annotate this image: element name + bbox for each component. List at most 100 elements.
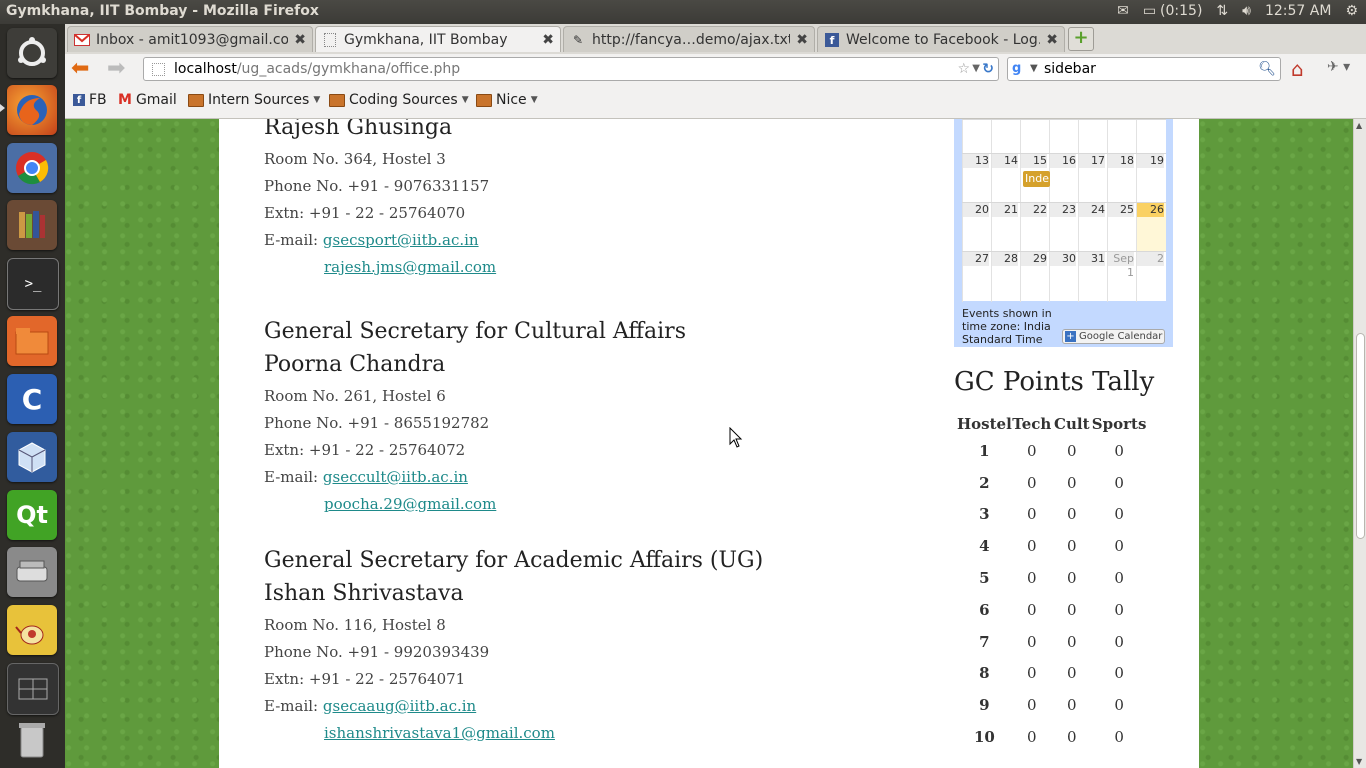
- email-link[interactable]: gseccult@iitb.ac.in: [323, 468, 468, 486]
- calendar-day[interactable]: 13: [962, 154, 991, 203]
- calendar-day-today[interactable]: 26: [1136, 203, 1166, 252]
- workspace-switcher-icon[interactable]: [7, 663, 59, 715]
- scroll-down-icon[interactable]: ▼: [1356, 757, 1362, 766]
- day-number: 22: [1021, 203, 1047, 217]
- forward-button[interactable]: ➡: [107, 58, 125, 80]
- calendar-day[interactable]: 20: [962, 203, 991, 252]
- session-gear-icon[interactable]: ⚙: [1345, 3, 1358, 19]
- calendar-event[interactable]: Inde: [1023, 171, 1050, 187]
- google-engine-icon[interactable]: g: [1012, 61, 1028, 77]
- chrome-launcher-icon[interactable]: [7, 143, 57, 193]
- calendar-day[interactable]: 24: [1078, 203, 1107, 252]
- close-tab-icon[interactable]: ✖: [542, 32, 554, 48]
- calendar-day[interactable]: 21: [991, 203, 1020, 252]
- phone: Phone No. +91 - 9076331157: [264, 177, 490, 195]
- search-icon[interactable]: 🔍︎: [1258, 58, 1276, 80]
- close-tab-icon[interactable]: ✖: [294, 32, 306, 48]
- search-bar[interactable]: g ▼ sidebar 🔍︎: [1007, 57, 1281, 81]
- library-launcher-icon[interactable]: [7, 200, 57, 250]
- scroll-up-icon[interactable]: ▲: [1356, 121, 1362, 130]
- hostel-number-cell: 8: [979, 664, 990, 683]
- tab-facebook[interactable]: f Welcome to Facebook - Log… ✖: [817, 26, 1065, 52]
- calendar-day[interactable]: 27: [962, 252, 991, 302]
- calendar-day[interactable]: 31: [1078, 252, 1107, 302]
- reload-icon[interactable]: ↻: [982, 58, 994, 80]
- calendar-day[interactable]: [1020, 120, 1049, 154]
- qt-creator-launcher-icon[interactable]: Qt: [7, 490, 57, 540]
- email-link[interactable]: poocha.29@gmail.com: [324, 495, 496, 513]
- bookmark-star-icon[interactable]: ☆: [957, 58, 970, 80]
- trash-icon[interactable]: [7, 714, 57, 764]
- room: Room No. 261, Hostel 6: [264, 387, 446, 405]
- firefox-launcher-icon[interactable]: [7, 85, 57, 135]
- url-bar[interactable]: localhost/ug_acads/gymkhana/office.php ☆…: [143, 57, 999, 81]
- email-link[interactable]: gsecsport@iitb.ac.in: [323, 231, 479, 249]
- scanner-launcher-icon[interactable]: [7, 547, 57, 597]
- column-header: Tech: [1012, 415, 1052, 433]
- tab-bar: Inbox - amit1093@gmail.co… ✖ Gymkhana, I…: [65, 24, 1366, 54]
- calendar-day[interactable]: 17: [1078, 154, 1107, 203]
- calendar-day[interactable]: 29: [1020, 252, 1049, 302]
- calendar-day[interactable]: [1049, 120, 1078, 154]
- ide-launcher-icon[interactable]: C: [7, 374, 57, 424]
- calendar-day[interactable]: [1136, 120, 1166, 154]
- tab-gymkhana[interactable]: Gymkhana, IIT Bombay ✖: [315, 26, 561, 52]
- addon-menu-icon[interactable]: ✈ ▾: [1327, 59, 1350, 75]
- calendar-day[interactable]: [1107, 120, 1136, 154]
- facebook-icon: f: [824, 32, 840, 48]
- calendar-day[interactable]: 22: [1020, 203, 1049, 252]
- calendar-day[interactable]: 2: [1136, 252, 1166, 302]
- tab-ajax-demo[interactable]: ✎ http://fancya…demo/ajax.txt ✖: [563, 26, 815, 52]
- close-tab-icon[interactable]: ✖: [796, 32, 808, 48]
- calendar-day[interactable]: [962, 120, 991, 154]
- calendar-day[interactable]: 18: [1107, 154, 1136, 203]
- calendar-day[interactable]: [1078, 120, 1107, 154]
- mail-indicator-icon[interactable]: ✉: [1117, 3, 1129, 19]
- calendar-day[interactable]: 14: [991, 154, 1020, 203]
- email-link[interactable]: ishanshrivastava1@gmail.com: [324, 724, 555, 742]
- clock[interactable]: 12:57 AM: [1265, 3, 1331, 19]
- chevron-down-icon: ▼: [461, 95, 469, 105]
- email-link[interactable]: gsecaaug@iitb.ac.in: [323, 697, 476, 715]
- day-number: 21: [992, 203, 1018, 217]
- calendar-day[interactable]: 19: [1136, 154, 1166, 203]
- bookmark-gmail[interactable]: M Gmail: [118, 92, 177, 108]
- engine-dropdown-icon[interactable]: ▼: [1030, 58, 1038, 80]
- column-header: Cult: [1054, 415, 1090, 433]
- calendar-day[interactable]: 16: [1049, 154, 1078, 203]
- bookmark-folder-coding-sources[interactable]: Coding Sources ▼: [329, 92, 469, 108]
- calendar-day[interactable]: 25: [1107, 203, 1136, 252]
- back-button[interactable]: ⬅: [71, 58, 89, 80]
- new-tab-button[interactable]: +: [1068, 27, 1094, 51]
- bookmark-folder-intern-sources[interactable]: Intern Sources ▼: [188, 92, 320, 108]
- points-cell: 0: [1027, 537, 1037, 556]
- dash-home-icon[interactable]: [7, 28, 57, 78]
- home-icon[interactable]: ⌂: [1291, 57, 1304, 81]
- calendar-day[interactable]: [991, 120, 1020, 154]
- terminal-launcher-icon[interactable]: >_: [7, 258, 59, 310]
- scrollbar-thumb[interactable]: [1356, 333, 1365, 539]
- battery-indicator[interactable]: ▭ (0:15): [1143, 3, 1203, 19]
- table-row: 10 0 0 0: [957, 721, 1146, 753]
- calendar-day[interactable]: 23: [1049, 203, 1078, 252]
- email-link[interactable]: rajesh.jms@gmail.com: [324, 258, 496, 276]
- page-scrollbar[interactable]: ▲ ▼: [1353, 119, 1366, 768]
- volume-icon[interactable]: 🔊︎: [1242, 3, 1251, 19]
- virtualbox-launcher-icon[interactable]: [7, 432, 57, 482]
- site-identity-icon[interactable]: [152, 63, 165, 76]
- teapot-launcher-icon[interactable]: [7, 605, 57, 655]
- bookmark-fb[interactable]: f FB: [73, 92, 107, 108]
- url-history-dropdown-icon[interactable]: ▼: [972, 58, 980, 80]
- add-to-google-calendar-button[interactable]: + Google Calendar: [1062, 329, 1165, 344]
- table-row: 2000: [957, 467, 1146, 499]
- calendar-day[interactable]: Sep 1: [1107, 252, 1136, 302]
- calendar-day[interactable]: 30: [1049, 252, 1078, 302]
- calendar-day[interactable]: 28: [991, 252, 1020, 302]
- files-launcher-icon[interactable]: [7, 316, 57, 366]
- tab-gmail[interactable]: Inbox - amit1093@gmail.co… ✖: [67, 26, 313, 52]
- close-tab-icon[interactable]: ✖: [1046, 32, 1058, 48]
- gc-tally-title: GC Points Tally: [954, 367, 1155, 397]
- bookmark-folder-nice[interactable]: Nice ▼: [476, 92, 538, 108]
- points-cell: 0: [1114, 473, 1124, 492]
- network-icon[interactable]: ⇅: [1216, 3, 1228, 19]
